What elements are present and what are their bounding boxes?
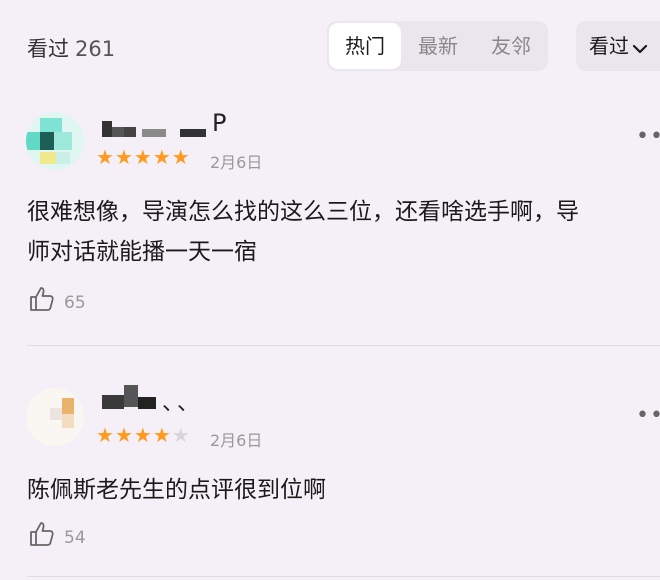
star-icon: ★	[96, 145, 115, 169]
reviews-header: 看过 261 热门 最新 友邻 看过	[0, 0, 660, 92]
like-count: 65	[64, 293, 86, 313]
star-icon: ★	[171, 145, 191, 169]
filter-dropdown-label: 看过	[589, 34, 629, 58]
review-date: 2月6日	[210, 431, 263, 450]
review-content: 很难想像，导演怎么找的这么三位，还看啥选手啊，导 师对话就能播一天一宿	[27, 192, 660, 272]
review-content-line: 师对话就能播一天一宿	[27, 239, 257, 265]
seen-label: 看过	[27, 37, 69, 61]
divider	[27, 345, 660, 346]
review-item: 、、 ★★★★★ 2月6日 ••• 陈佩斯老先生的点评很到位啊 54	[0, 365, 660, 580]
sort-tabs: 热门 最新 友邻	[327, 21, 548, 71]
star-empty-icon: ★	[171, 423, 191, 447]
star-icon: ★	[133, 145, 153, 169]
star-icon: ★	[114, 423, 134, 447]
star-icon: ★	[152, 145, 172, 169]
seen-count-label: 看过 261	[27, 33, 115, 63]
star-icon: ★	[152, 423, 172, 447]
like-count: 54	[64, 528, 86, 548]
username-text: P	[212, 109, 227, 137]
review-content: 陈佩斯老先生的点评很到位啊	[27, 470, 660, 510]
tab-latest[interactable]: 最新	[402, 21, 474, 71]
star-rating: ★★★★★	[96, 423, 191, 447]
star-icon: ★	[133, 423, 153, 447]
more-dots-icon[interactable]: •••	[636, 403, 660, 428]
avatar[interactable]	[26, 388, 84, 446]
seen-count: 261	[75, 37, 116, 61]
review-item: P ★★★★★ 2月6日 ••• 很难想像，导演怎么找的这么三位，还看啥选手啊，…	[0, 100, 660, 345]
review-content-line: 很难想像，导演怎么找的这么三位，还看啥选手啊，导	[27, 199, 579, 225]
star-icon: ★	[114, 145, 134, 169]
tab-friends[interactable]: 友邻	[475, 21, 547, 71]
chevron-down-icon	[632, 23, 648, 73]
tab-hot[interactable]: 热门	[329, 23, 401, 69]
star-icon: ★	[96, 423, 115, 447]
username[interactable]: 、、	[102, 385, 212, 416]
review-content-line: 陈佩斯老先生的点评很到位啊	[27, 477, 326, 503]
avatar[interactable]	[26, 112, 84, 170]
username-text: 、、	[162, 391, 204, 416]
more-dots-icon[interactable]: •••	[636, 124, 660, 149]
username[interactable]: P	[102, 109, 232, 141]
filter-dropdown[interactable]: 看过	[576, 21, 660, 71]
star-rating: ★★★★★	[96, 145, 191, 169]
review-date: 2月6日	[210, 153, 263, 172]
divider	[27, 576, 660, 577]
